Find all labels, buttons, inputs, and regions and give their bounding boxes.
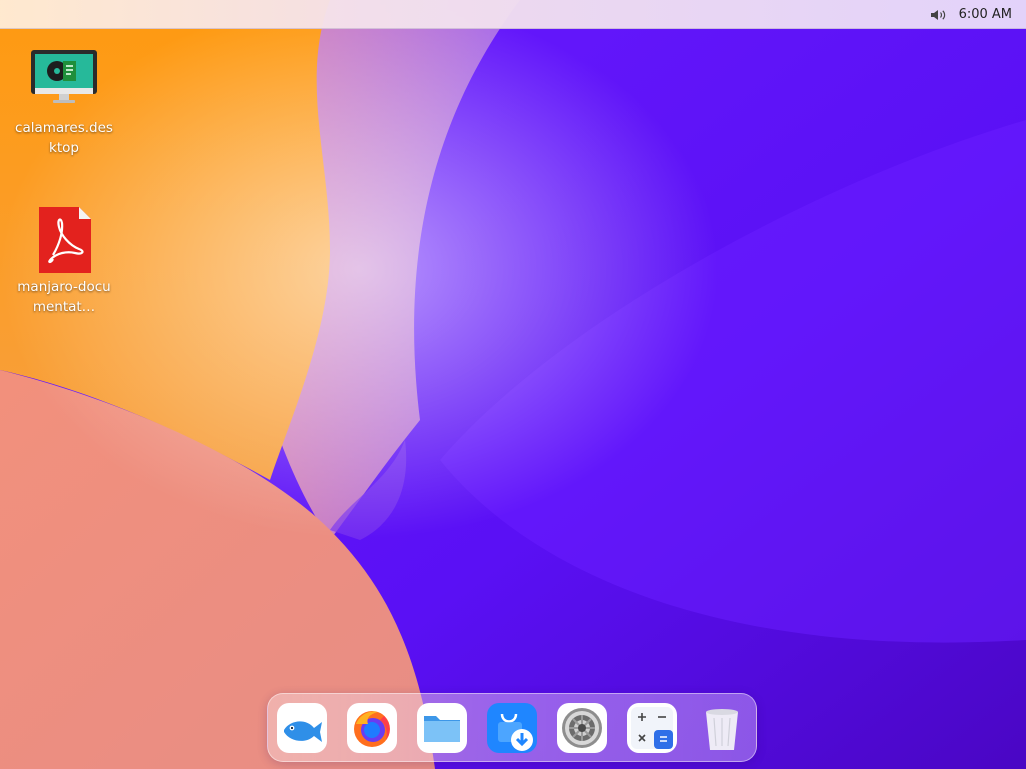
dock xyxy=(267,693,757,762)
desktop-icon-manjaro-documentation[interactable]: manjaro-documentat… xyxy=(9,205,119,317)
trash-icon xyxy=(706,709,738,750)
volume-icon[interactable] xyxy=(929,8,949,22)
dock-item-calculator[interactable] xyxy=(626,702,678,754)
system-tray: 6:00 AM xyxy=(929,0,1012,29)
dock-item-file-manager[interactable] xyxy=(416,702,468,754)
dock-item-launcher[interactable] xyxy=(276,702,328,754)
pdf-file-icon xyxy=(39,207,91,273)
desktop-icon-label: manjaro-documentat… xyxy=(17,279,111,315)
app-store-icon xyxy=(487,703,537,753)
calculator-icon xyxy=(627,703,677,753)
desktop-icon-label: calamares.desktop xyxy=(15,120,113,156)
dock-item-system-settings[interactable] xyxy=(556,702,608,754)
top-panel: 6:00 AM xyxy=(0,0,1026,29)
dock-item-firefox[interactable] xyxy=(346,702,398,754)
dock-item-trash[interactable] xyxy=(696,702,748,754)
clock[interactable]: 6:00 AM xyxy=(959,7,1012,22)
wallpaper xyxy=(0,0,1026,769)
dock-item-app-store[interactable] xyxy=(486,702,538,754)
desktop-icon-calamares[interactable]: calamares.desktop xyxy=(9,46,119,158)
fish-icon xyxy=(277,703,327,753)
installer-monitor-icon xyxy=(31,50,97,103)
desktop[interactable]: 6:00 AM calamares.desktop manjaro-docume… xyxy=(0,0,1026,769)
firefox-icon xyxy=(347,703,397,753)
folder-icon xyxy=(417,703,467,753)
gear-icon xyxy=(557,703,607,753)
